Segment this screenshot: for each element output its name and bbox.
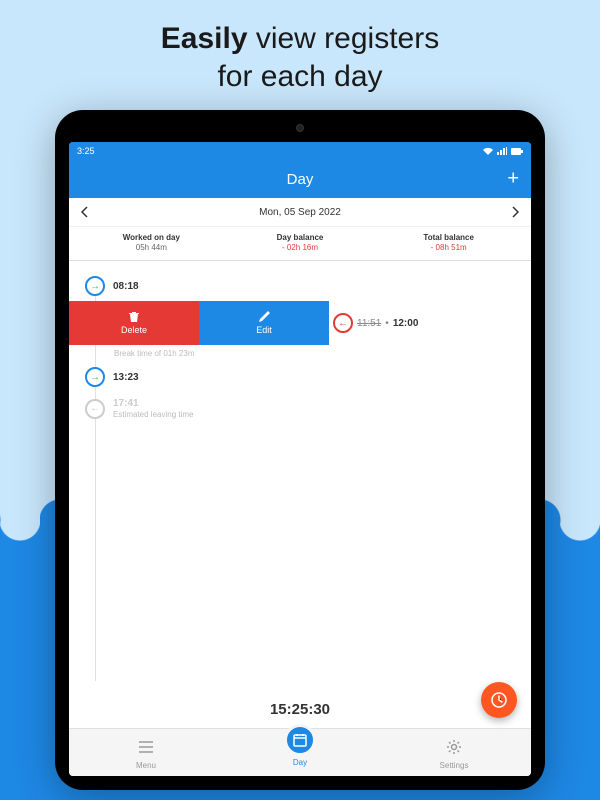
day-summary: Worked on day 05h 44m Day balance - 02h … [69,227,531,261]
nav-label: Settings [440,761,469,770]
clock-out-pending-icon: ← [85,399,105,419]
clock-out-icon: ← [333,313,353,333]
date-label[interactable]: Mon, 05 Sep 2022 [259,207,341,218]
edit-button[interactable]: Edit [199,301,329,345]
delete-button[interactable]: Delete [69,301,199,345]
date-navigator: Mon, 05 Sep 2022 [69,198,531,227]
status-icons [483,147,523,155]
entry-row-swiped[interactable]: Delete Edit ← 11:51•12:00 [69,301,531,345]
total-label: Total balance [374,233,523,242]
signal-icon [497,147,507,155]
summary-worked: Worked on day 05h 44m [77,233,226,252]
clock-value: 15:25:30 [270,701,330,718]
clock-in-icon: → [85,367,105,387]
worked-value: 05h 44m [77,243,226,252]
status-bar: 3:25 [69,142,531,160]
headline-rest: view registers [248,22,440,55]
entry-time: 13:23 [113,372,139,383]
gear-icon [446,739,462,755]
summary-total: Total balance - 08h 51m [374,233,523,252]
tablet-frame: 3:25 Day + Mon, 05 Sep 2022 Worked on da… [55,110,545,790]
nav-day[interactable]: Day [223,729,377,776]
app-screen: 3:25 Day + Mon, 05 Sep 2022 Worked on da… [69,142,531,776]
status-time: 3:25 [77,146,95,156]
entry-row[interactable]: → 08:18 [69,271,531,301]
app-bar: Day + [69,160,531,198]
headline-line2: for each day [217,60,382,93]
nav-menu[interactable]: Menu [69,729,223,776]
entry-row-pending[interactable]: ← 17:41 Estimated leaving time [69,392,531,425]
calendar-icon [292,732,308,748]
edit-label: Edit [256,325,272,335]
tablet-camera [296,124,304,132]
chevron-left-icon [81,206,89,218]
delete-label: Delete [121,325,147,335]
chevron-right-icon [511,206,519,218]
bottom-nav: Menu Day Settings [69,728,531,776]
timeline: → 08:18 Delete Edit ← 11:51•12:00 [69,261,531,691]
old-time: 11:51 [357,318,381,329]
worked-label: Worked on day [77,233,226,242]
entry-time-edited: 11:51•12:00 [357,318,418,329]
total-value: - 08h 51m [374,243,523,252]
entry-content: ← 11:51•12:00 [329,301,531,345]
pencil-icon [258,311,270,323]
nav-label: Menu [136,761,156,770]
prev-day-button[interactable] [81,206,89,218]
entry-time: 17:41 [113,398,193,409]
menu-icon [138,740,154,754]
nav-settings[interactable]: Settings [377,729,531,776]
headline-bold: Easily [161,22,248,55]
entry-subtitle: Estimated leaving time [113,410,193,419]
wifi-icon [483,147,493,155]
clock-in-icon: → [85,276,105,296]
battery-icon [511,148,523,155]
balance-label: Day balance [226,233,375,242]
summary-balance: Day balance - 02h 16m [226,233,375,252]
break-note: Break time of 01h 23m [95,345,531,362]
add-button[interactable]: + [507,168,519,191]
marketing-headline: Easily view registers for each day [0,0,600,105]
nav-label: Day [293,758,307,767]
app-bar-title: Day [287,171,314,188]
next-day-button[interactable] [511,206,519,218]
trash-icon [128,311,140,323]
new-time: 12:00 [393,318,419,329]
current-time: 15:25:30 [69,691,531,728]
balance-value: - 02h 16m [226,243,375,252]
entry-time: 08:18 [113,281,139,292]
entry-row[interactable]: → 13:23 [69,362,531,392]
